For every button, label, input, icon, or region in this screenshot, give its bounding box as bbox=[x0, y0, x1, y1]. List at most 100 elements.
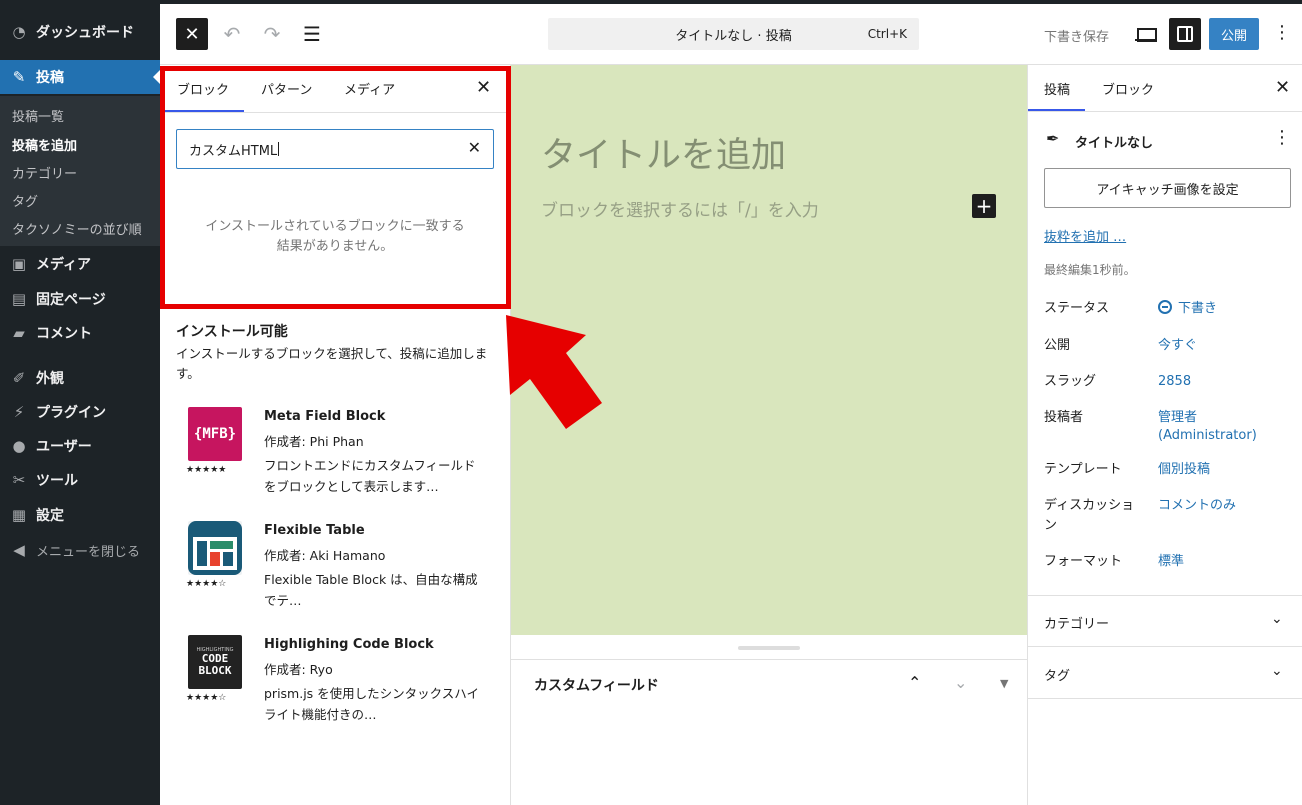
sidebar-icon bbox=[1177, 26, 1193, 42]
plugin-item-flexible-table[interactable]: ★★★★☆ Flexible Table 作成者: Aki Hamano Fle… bbox=[186, 521, 496, 631]
chevron-down-icon[interactable]: ⌄ bbox=[1271, 663, 1283, 679]
toggle-panel-icon[interactable]: ▼ bbox=[1000, 677, 1008, 690]
menu-item-plugins[interactable]: ⚡ プラグイン bbox=[0, 395, 160, 429]
close-inserter-icon[interactable]: ✕ bbox=[476, 77, 491, 98]
code-block-logo-icon: HIGHLIGHTING CODE BLOCK bbox=[188, 635, 242, 689]
menu-item-posts[interactable]: ✎ 投稿 bbox=[0, 60, 160, 94]
plugin-item-highlighting-code-block[interactable]: HIGHLIGHTING CODE BLOCK ★★★★☆ Highlighin… bbox=[186, 635, 496, 745]
block-inserter-panel: ブロック パターン メディア ✕ カスタムHTML ✕ インストールされているブ… bbox=[160, 65, 511, 805]
tab-blocks[interactable]: ブロック bbox=[177, 79, 229, 98]
clear-search-icon[interactable]: ✕ bbox=[468, 138, 481, 157]
plugin-icon: ⚡ bbox=[13, 403, 25, 421]
menu-item-dashboard[interactable]: ◔ ダッシュボード bbox=[0, 15, 160, 49]
plugin-item-meta-field-block[interactable]: {MFB} ★★★★★ Meta Field Block 作成者: Phi Ph… bbox=[186, 407, 496, 517]
red-arrow-annotation bbox=[506, 315, 602, 429]
document-overview-button[interactable]: ☰ bbox=[300, 22, 324, 46]
post-title-placeholder[interactable]: タイトルを追加 bbox=[541, 127, 786, 178]
plus-icon: + bbox=[975, 194, 993, 218]
format-value[interactable]: 標準 bbox=[1158, 553, 1278, 571]
flexible-table-logo-icon bbox=[188, 521, 242, 575]
author-value[interactable]: 管理者 (Administrator) bbox=[1158, 409, 1278, 445]
menu-label: 外観 bbox=[36, 371, 64, 387]
menu-item-settings[interactable]: ▦ 設定 bbox=[0, 498, 160, 532]
set-featured-image-button[interactable]: アイキャッチ画像を設定 bbox=[1044, 168, 1291, 208]
rating-stars: ★★★★☆ bbox=[186, 579, 227, 589]
submenu-tags[interactable]: タグ bbox=[12, 191, 38, 210]
block-placeholder[interactable]: ブロックを選択するには「/」を入力 bbox=[541, 196, 819, 221]
tags-panel-toggle[interactable]: タグ bbox=[1044, 665, 1070, 684]
discussion-value[interactable]: コメントのみ bbox=[1158, 497, 1278, 515]
document-title: タイトルなし · 投稿 bbox=[675, 28, 792, 44]
menu-label: 設定 bbox=[36, 508, 64, 524]
chevron-down-icon[interactable]: ⌄ bbox=[1271, 611, 1283, 627]
publish-value[interactable]: 今すぐ bbox=[1158, 337, 1278, 355]
publish-button[interactable]: 公開 bbox=[1209, 18, 1259, 50]
device-preview-icon[interactable] bbox=[1134, 22, 1158, 46]
categories-panel-toggle[interactable]: カテゴリー bbox=[1044, 613, 1109, 632]
text-caret bbox=[278, 142, 280, 156]
submenu-add-post[interactable]: 投稿を追加 bbox=[12, 135, 77, 154]
template-value[interactable]: 個別投稿 bbox=[1158, 461, 1278, 479]
plugin-author: 作成者: Aki Hamano bbox=[264, 548, 386, 563]
undo-button[interactable]: ↶ bbox=[220, 22, 244, 46]
menu-item-pages[interactable]: ▤ 固定ページ bbox=[0, 282, 160, 316]
tab-block[interactable]: ブロック bbox=[1102, 79, 1154, 98]
dashboard-icon: ◔ bbox=[12, 23, 26, 41]
close-inserter-button[interactable]: ✕ bbox=[176, 18, 208, 50]
meta-divider bbox=[511, 659, 1027, 660]
plugin-description: フロントエンドにカスタムフィールドをブロックとして表示します… bbox=[264, 458, 476, 494]
close-icon: ✕ bbox=[184, 23, 200, 45]
redo-button[interactable]: ↷ bbox=[260, 22, 284, 46]
menu-item-appearance[interactable]: ✐ 外観 bbox=[0, 361, 160, 395]
plugin-name: Meta Field Block bbox=[264, 409, 386, 424]
menu-item-media[interactable]: ▣ メディア bbox=[0, 247, 160, 281]
menu-label: ツール bbox=[36, 473, 78, 489]
more-vertical-icon: ⋮ bbox=[1273, 22, 1291, 43]
editor-toolbar: ✕ ↶ ↷ ☰ タイトルなし · 投稿 Ctrl+K 下書き保存 公開 ⋮ bbox=[160, 0, 1302, 65]
submenu-all-posts[interactable]: 投稿一覧 bbox=[12, 106, 64, 125]
undo-icon: ↶ bbox=[223, 22, 241, 46]
tab-patterns[interactable]: パターン bbox=[261, 79, 312, 98]
installable-heading: インストール可能 bbox=[176, 324, 288, 340]
submenu-categories[interactable]: カテゴリー bbox=[12, 163, 77, 182]
move-up-icon[interactable]: ⌃ bbox=[908, 673, 921, 692]
close-settings-icon[interactable]: ✕ bbox=[1275, 77, 1290, 98]
submenu-taxonomy-order[interactable]: タクソノミーの並び順 bbox=[12, 219, 142, 238]
post-actions-icon[interactable]: ⋮ bbox=[1273, 127, 1291, 148]
meta-boxes-area: カスタムフィールド ⌃ ⌄ ▼ bbox=[511, 635, 1027, 805]
post-feather-icon: ✒ bbox=[1046, 129, 1060, 148]
custom-fields-title: カスタムフィールド bbox=[534, 678, 659, 694]
command-palette-bar[interactable]: タイトルなし · 投稿 Ctrl+K bbox=[548, 18, 919, 50]
menu-item-tools[interactable]: ✂ ツール bbox=[0, 463, 160, 497]
options-menu-button[interactable]: ⋮ bbox=[1272, 22, 1292, 46]
resize-handle[interactable] bbox=[738, 646, 800, 650]
add-excerpt-link[interactable]: 抜粋を追加 … bbox=[1044, 226, 1126, 245]
publish-label: 公開 bbox=[1044, 338, 1071, 353]
menu-item-users[interactable]: ● ユーザー bbox=[0, 429, 160, 463]
settings-toggle-button[interactable] bbox=[1169, 18, 1201, 50]
slug-label: スラッグ bbox=[1044, 374, 1097, 389]
save-draft-button[interactable]: 下書き保存 bbox=[1044, 26, 1109, 45]
mfb-logo-icon: {MFB} bbox=[188, 407, 242, 461]
template-label: テンプレート bbox=[1044, 462, 1122, 477]
slug-value[interactable]: 2858 bbox=[1158, 373, 1278, 391]
plugin-description: Flexible Table Block は、自由な構成でテ… bbox=[264, 572, 478, 608]
rating-stars: ★★★★★ bbox=[186, 465, 227, 475]
draft-status-icon bbox=[1158, 300, 1172, 314]
block-search-input[interactable]: カスタムHTML ✕ bbox=[176, 129, 494, 169]
collapse-menu-button[interactable]: ◀ メニューを閉じる bbox=[0, 533, 160, 567]
menu-label: ダッシュボード bbox=[36, 25, 134, 41]
list-view-icon: ☰ bbox=[303, 22, 321, 46]
move-down-icon[interactable]: ⌄ bbox=[954, 673, 967, 692]
tools-icon: ✂ bbox=[12, 471, 26, 489]
menu-item-comments[interactable]: ▰ コメント bbox=[0, 316, 160, 350]
status-value[interactable]: 下書き bbox=[1158, 300, 1278, 318]
comment-icon: ▰ bbox=[13, 324, 25, 342]
menu-label: ユーザー bbox=[36, 439, 92, 455]
last-edited-text: 最終編集1秒前。 bbox=[1044, 263, 1136, 277]
tab-post[interactable]: 投稿 bbox=[1044, 79, 1070, 98]
users-icon: ● bbox=[12, 437, 26, 455]
post-summary-title: タイトルなし bbox=[1075, 136, 1154, 151]
add-block-button[interactable]: + bbox=[972, 194, 996, 218]
tab-media[interactable]: メディア bbox=[344, 79, 395, 98]
